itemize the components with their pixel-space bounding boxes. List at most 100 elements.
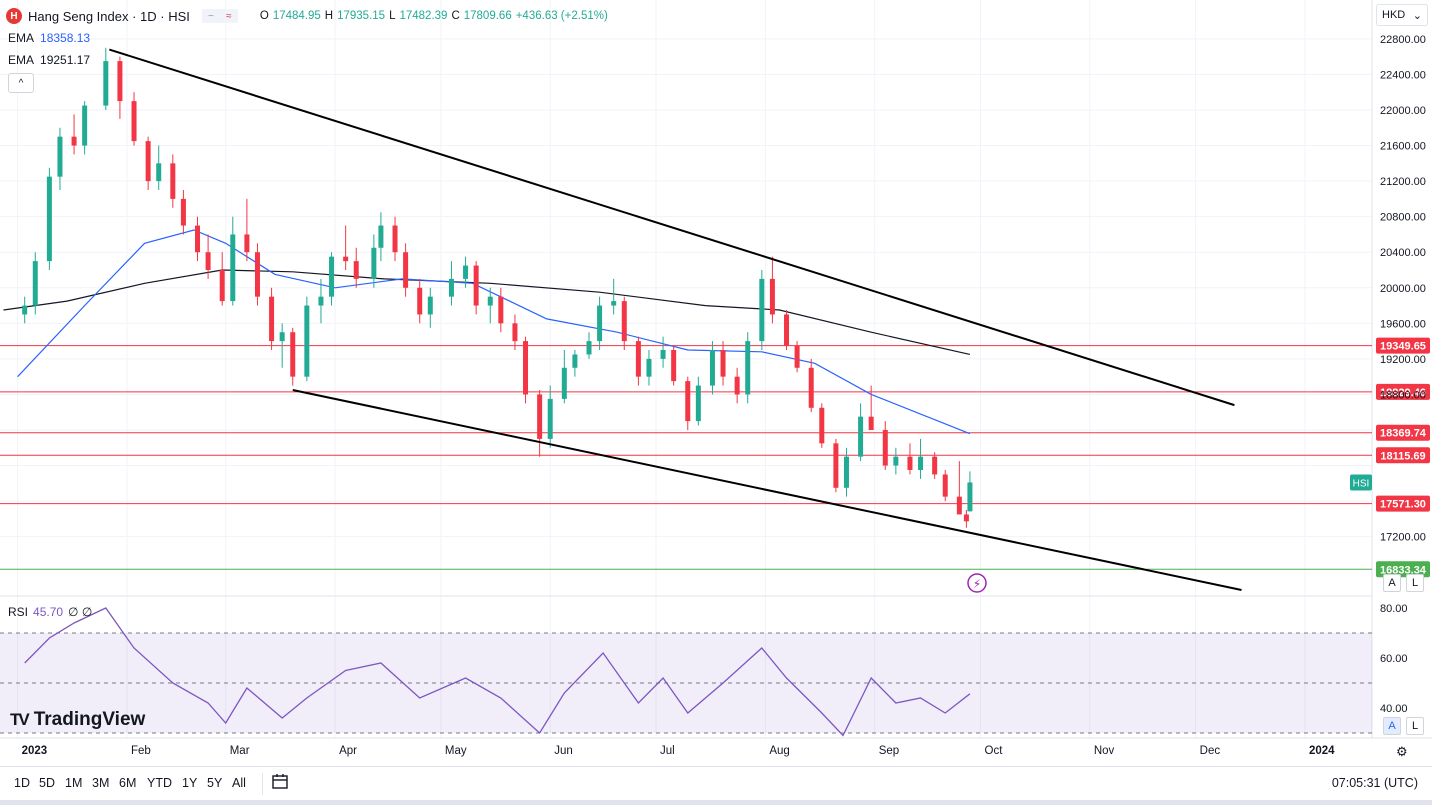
- candle-body-1: [32, 261, 38, 306]
- tradingview-wordmark: TradingView: [33, 709, 146, 730]
- candle-body-39: [523, 341, 529, 395]
- candle-body-10: [156, 163, 162, 182]
- candle-body-70: [907, 456, 913, 470]
- candle-body-37: [498, 296, 504, 324]
- currency-select[interactable]: HKD ⌄: [1376, 4, 1428, 26]
- range-5d[interactable]: 5D: [39, 776, 55, 790]
- candle-body-26: [353, 261, 359, 279]
- ema-fast-label: EMA: [8, 31, 35, 45]
- candle-body-52: [685, 381, 691, 422]
- ohlc-close-key: C: [451, 10, 460, 22]
- candle-body-63: [819, 407, 825, 444]
- candle-body-69: [893, 456, 899, 466]
- candle-body-18: [254, 252, 260, 297]
- candle-body-0: [22, 305, 28, 315]
- candle-body-64: [833, 443, 839, 488]
- minus-icon[interactable]: −: [201, 9, 220, 23]
- range-1y[interactable]: 1Y: [182, 776, 197, 790]
- auto-scale-button[interactable]: A: [1383, 574, 1401, 592]
- candle-body-72: [932, 456, 938, 475]
- range-6m[interactable]: 6M: [119, 776, 136, 790]
- price-chart[interactable]: 80.0060.0040.00 19349.6518829.4618369.74…: [0, 0, 1432, 766]
- candle-body-60: [784, 314, 790, 346]
- candle-body-46: [611, 301, 617, 306]
- collapse-legend-button[interactable]: ^: [8, 73, 34, 93]
- candle-body-53: [695, 385, 701, 422]
- candle-body-74: [956, 496, 962, 515]
- time-tick-5: Jun: [554, 745, 573, 757]
- rsi-legend[interactable]: RSI 45.70 ∅ ∅: [8, 605, 92, 619]
- candle-body-28: [378, 225, 384, 248]
- ohlc-open: 17484.95: [272, 10, 321, 22]
- footer-strip: [0, 800, 1432, 805]
- ema-fast-value: 18358.13: [40, 31, 91, 45]
- rsi-label: RSI: [8, 605, 29, 619]
- candle-body-2: [46, 176, 52, 262]
- price-tick-3: 21600.00: [1380, 141, 1426, 153]
- ema-slow-legend[interactable]: EMA 19251.17: [8, 53, 90, 67]
- level-label-4: 17571.30: [1380, 499, 1426, 511]
- price-tick-1: 22400.00: [1380, 69, 1426, 81]
- candle-body-62: [808, 367, 814, 408]
- tradingview-logo[interactable]: TV TradingView: [10, 709, 145, 731]
- candle-body-30: [403, 252, 409, 288]
- candle-body-29: [392, 225, 398, 253]
- range-ytd[interactable]: YTD: [147, 776, 172, 790]
- price-tick-10: 18800.00: [1380, 389, 1426, 401]
- level-label-0: 19349.65: [1380, 341, 1426, 353]
- ohlc-high: 17935.15: [337, 10, 386, 22]
- candle-body-19: [269, 296, 275, 342]
- calendar-range-icon[interactable]: [262, 773, 289, 795]
- candle-body-27: [371, 247, 377, 279]
- ohlc-change: +436.63 (+2.51%): [515, 10, 608, 22]
- candle-body-41: [547, 398, 553, 439]
- level-label-2: 18369.74: [1380, 428, 1427, 440]
- symbol-title[interactable]: Hang Seng Index · 1D · HSI: [28, 9, 190, 24]
- wave-icon[interactable]: ≈: [219, 9, 238, 23]
- ema-fast-legend[interactable]: EMA 18358.13: [8, 31, 90, 45]
- ohlc-low-key: L: [389, 10, 396, 22]
- candle-body-12: [180, 198, 186, 226]
- price-tick-4: 21200.00: [1380, 176, 1426, 188]
- time-tick-12: 2024: [1309, 745, 1335, 757]
- time-tick-8: Sep: [879, 745, 899, 757]
- price-tick-2: 22000.00: [1380, 105, 1426, 117]
- candle-body-7: [117, 61, 123, 102]
- ohlc-low: 17482.39: [399, 10, 448, 22]
- range-1d[interactable]: 1D: [14, 776, 30, 790]
- time-tick-4: May: [445, 745, 467, 757]
- candle-body-8: [131, 101, 137, 142]
- candle-body-14: [205, 252, 211, 270]
- candle-body-56: [734, 376, 740, 395]
- hsi-logo-icon[interactable]: H: [6, 8, 22, 24]
- candle-body-38: [512, 323, 518, 342]
- clock-readout[interactable]: 07:05:31 (UTC): [1332, 776, 1418, 790]
- range-1m[interactable]: 1M: [65, 776, 82, 790]
- price-tick-9: 19200.00: [1380, 354, 1426, 366]
- candle-body-9: [145, 141, 151, 182]
- candle-body-76: [967, 482, 973, 512]
- rsi-auto-scale-button[interactable]: A: [1383, 717, 1401, 735]
- candle-body-36: [487, 296, 493, 306]
- last-price-label: HSI: [1353, 478, 1370, 489]
- candle-body-68: [882, 430, 888, 466]
- candle-body-15: [219, 270, 225, 302]
- time-tick-3: Apr: [339, 745, 357, 757]
- candle-body-24: [329, 256, 335, 297]
- rsi-log-scale-button[interactable]: L: [1406, 717, 1424, 735]
- candle-body-6: [103, 61, 109, 106]
- time-tick-11: Dec: [1200, 745, 1221, 757]
- log-scale-button[interactable]: L: [1406, 574, 1424, 592]
- ema-slow-value: 19251.17: [40, 53, 91, 67]
- settings-gear-icon[interactable]: ⚙: [1396, 744, 1408, 760]
- candle-body-34: [463, 265, 469, 279]
- candle-body-75: [963, 514, 969, 522]
- range-5y[interactable]: 5Y: [207, 776, 222, 790]
- candle-body-61: [794, 345, 800, 368]
- candle-body-42: [561, 367, 567, 399]
- range-all[interactable]: All: [232, 776, 246, 790]
- rsi-value: 45.70: [33, 605, 64, 619]
- bottom-toolbar: 1D 5D 1M 3M 6M YTD 1Y 5Y All 07:05:31 (U…: [0, 766, 1432, 803]
- chevron-up-icon: ^: [18, 77, 24, 89]
- range-3m[interactable]: 3M: [92, 776, 109, 790]
